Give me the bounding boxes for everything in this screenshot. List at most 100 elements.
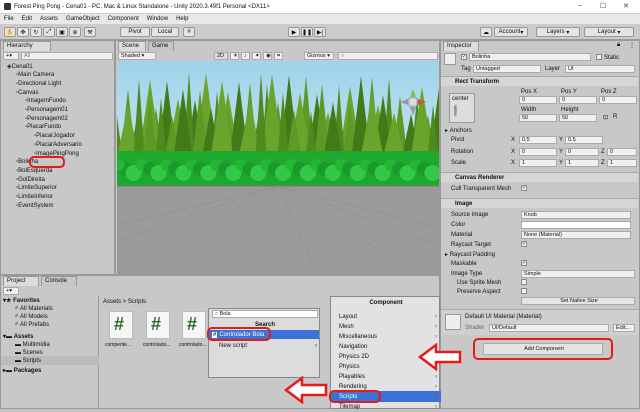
raw-edit-icon[interactable]: R [613,114,617,120]
shading-dropdown[interactable]: Shaded ▾ [118,52,156,60]
hierarchy-item[interactable]: ▫ LimiteInferior [16,193,53,202]
object-name-field[interactable]: Bolinha [469,53,591,61]
scene-gizmo-icon[interactable] [400,89,426,115]
rotation-y-field[interactable]: 0 [565,148,599,156]
hierarchy-item[interactable]: ◈ Cena01 [7,62,33,71]
hierarchy-item[interactable]: ▫ PlacarJogador [34,132,75,141]
blueprint-icon[interactable]: ⊡ [603,114,608,121]
menu-component[interactable]: Component [104,16,143,22]
image-type-dropdown[interactable]: Simple [521,270,635,278]
tab-console[interactable]: Console [41,276,77,286]
gizmos-dropdown[interactable]: Gizmos ▾ [304,52,334,60]
lighting-icon[interactable]: ☀ [230,52,239,60]
panel-menu-icon[interactable]: ⋮ [629,42,635,49]
raycast-target-checkbox[interactable]: ✓ [521,241,527,247]
folder-scripts[interactable]: ▬ Scripts [1,356,99,365]
use-sprite-mesh-checkbox[interactable] [521,279,527,285]
rect-tool-icon[interactable]: ▣ [56,27,68,37]
height-field[interactable]: 50 [559,114,597,122]
anchors-foldout[interactable]: ▸ Anchors [445,126,472,135]
minimize-button[interactable]: – [578,2,582,9]
tab-inspector[interactable]: Inspector [443,41,479,51]
anchor-preset-button[interactable]: center middle [449,93,475,123]
collab-icon[interactable]: ☁ [480,27,492,37]
custom-tool-icon[interactable]: ⚒ [84,27,96,37]
maskable-checkbox[interactable]: ✓ [521,260,527,266]
material-field[interactable]: None (Material) [521,231,631,239]
hierarchy-item[interactable]: ▫ Main Camera [16,71,54,80]
script-file-icon[interactable]: # [146,311,170,339]
cull-checkbox[interactable]: ✓ [521,185,527,191]
local-toggle[interactable]: Local [151,27,179,37]
hierarchy-item[interactable]: ▫ PlacarFundo [25,123,61,132]
set-native-size-button[interactable]: Set Native Size [521,297,635,305]
rotation-z-field[interactable]: 0 [607,148,637,156]
play-icon[interactable]: ▶ [288,27,300,37]
width-field[interactable]: 50 [519,114,557,122]
posz-field[interactable]: 0 [599,96,637,104]
preserve-aspect-checkbox[interactable] [521,288,527,294]
audio-icon[interactable]: ♪ [241,52,250,60]
menu-assets[interactable]: Assets [36,16,62,22]
image-header[interactable]: Image [441,198,638,208]
posx-field[interactable]: 0 [519,96,557,104]
posy-field[interactable]: 0 [559,96,597,104]
hierarchy-item[interactable]: ▫ Canvas [16,88,38,97]
grid-snap-icon[interactable]: # [183,27,195,37]
2d-toggle[interactable]: 2D [214,52,228,60]
scale-tool-icon[interactable]: ⤢ [43,27,55,37]
hierarchy-search-input[interactable]: All [21,52,113,60]
static-checkbox[interactable] [596,54,602,60]
canvas-renderer-header[interactable]: Canvas Renderer [441,172,638,182]
transform-tool-icon[interactable]: ⊕ [69,27,81,37]
project-breadcrumb[interactable]: Assets > Scripts [103,297,146,306]
tab-hierarchy[interactable]: Hierarchy [3,41,51,51]
tag-dropdown[interactable]: Untagged [473,65,541,73]
close-button[interactable]: ✕ [623,2,629,10]
hierarchy-item[interactable]: ▫ Personagem02 [25,114,68,123]
move-tool-icon[interactable]: ✥ [17,27,29,37]
component-search-input[interactable]: ⌕ Bola [212,310,318,318]
hierarchy-item[interactable]: ▫ Personagem01 [25,106,68,115]
shader-dropdown[interactable]: UI/Default [489,324,609,332]
pivot-y-field[interactable]: 0.5 [565,136,603,144]
active-checkbox[interactable]: ✓ [461,54,467,60]
lock-icon[interactable]: 🔒︎ [617,42,620,49]
hierarchy-item[interactable]: ▫ PlacarAdversario [34,140,82,149]
scale-y-field[interactable]: 1 [565,159,599,167]
project-create-dropdown[interactable]: +▾ [3,287,19,295]
hierarchy-item[interactable]: ▫ Directional Light [16,79,61,88]
script-file-icon[interactable]: # [182,311,206,339]
hierarchy-item[interactable]: ▫ BolEsquerda [16,166,53,175]
layer-dropdown[interactable]: UI [565,65,635,73]
hierarchy-item[interactable]: ▫ LimiteSuperior [16,184,57,193]
layers-dropdown[interactable]: Layers ▾ [536,27,580,37]
pivot-toggle[interactable]: Pivot [120,27,150,37]
account-dropdown[interactable]: Account ▾ [494,27,528,37]
raycast-padding-foldout[interactable]: ▸ Raycast Padding [445,250,495,259]
hand-tool-icon[interactable]: ✋ [4,27,16,37]
rotation-x-field[interactable]: 0 [519,148,557,156]
menu-edit[interactable]: Edit [18,16,36,22]
rotate-tool-icon[interactable]: ↻ [30,27,42,37]
camera-icon[interactable]: ⌗ [274,52,283,60]
source-image-field[interactable]: Knob [521,211,631,219]
menu-help[interactable]: Help [172,16,192,22]
tab-scene[interactable]: Scene [118,41,146,51]
step-icon[interactable]: ▶| [314,27,326,37]
pause-icon[interactable]: ❚❚ [301,27,313,37]
pivot-x-field[interactable]: 0.5 [519,136,557,144]
menu-window[interactable]: Window [143,16,172,22]
scene-search-input[interactable]: ⌕ [338,52,438,60]
create-dropdown[interactable]: +▾ [3,52,19,60]
edit-shader-button[interactable]: Edit... [613,324,635,332]
hierarchy-item[interactable]: ▫ GolDireita [16,175,45,184]
new-script-item[interactable]: New script › [219,341,317,350]
scale-x-field[interactable]: 1 [519,159,557,167]
menu-gameobject[interactable]: GameObject [62,16,104,22]
layout-dropdown[interactable]: Layout ▾ [584,27,634,37]
effects-icon[interactable]: ✦ [252,52,261,60]
tab-project[interactable]: Project [3,276,39,286]
tab-game[interactable]: Game [148,41,174,51]
hierarchy-item[interactable]: ▫ ImagemFundo [25,97,66,106]
